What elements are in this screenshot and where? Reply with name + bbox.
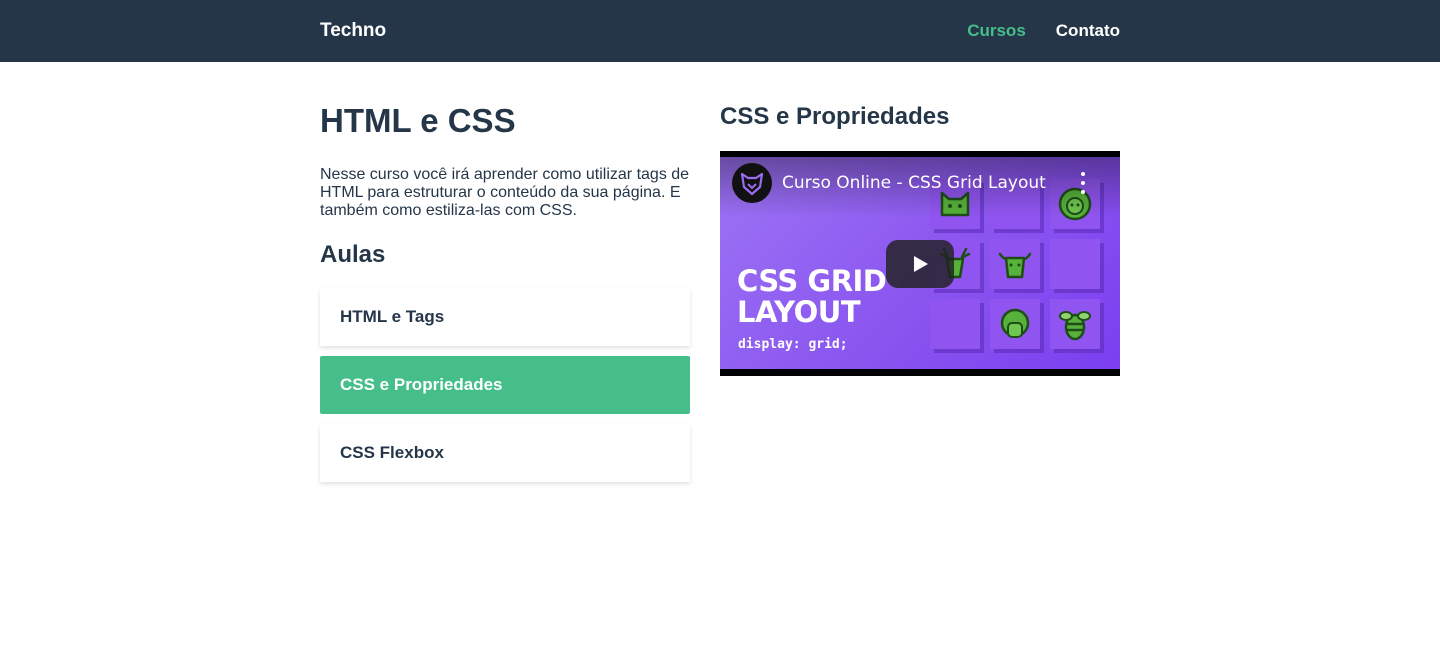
lesson-video-section: CSS e Propriedades CSS GRID LAYOUT displ…	[720, 102, 1120, 492]
lessons-heading: Aulas	[320, 241, 386, 268]
bee-icon	[1059, 311, 1091, 341]
lesson-item-css-flexbox[interactable]: CSS Flexbox	[320, 424, 690, 482]
nav-link-cursos[interactable]: Cursos	[967, 21, 1026, 41]
fox-logo-icon	[740, 172, 764, 196]
lesson-item-html-e-tags[interactable]: HTML e Tags	[320, 288, 690, 346]
more-vertical-icon[interactable]	[1076, 172, 1090, 194]
sheep-icon	[1000, 308, 1030, 338]
grid-cell	[1050, 239, 1100, 289]
grid-cell	[1050, 299, 1100, 349]
bull-icon	[998, 252, 1032, 279]
grid-cell	[990, 239, 1040, 289]
channel-avatar[interactable]	[732, 163, 772, 203]
logo-link[interactable]: Techno	[320, 20, 386, 42]
site-header: Techno Cursos Contato	[0, 0, 1440, 62]
video-section-title: CSS e Propriedades	[720, 103, 950, 130]
play-icon	[914, 256, 928, 272]
course-info: HTML e CSS Nesse curso você irá aprender…	[320, 102, 690, 492]
grid-cell	[930, 299, 980, 349]
course-description: Nesse curso você irá aprender como utili…	[320, 166, 690, 219]
main-content: HTML e CSS Nesse curso você irá aprender…	[320, 62, 1120, 492]
thumbnail-code: display: grid;	[738, 337, 848, 352]
lesson-list: HTML e Tags CSS e Propriedades CSS Flexb…	[320, 288, 690, 482]
video-name[interactable]: Curso Online - CSS Grid Layout	[782, 173, 1046, 193]
course-title: HTML e CSS	[320, 102, 516, 139]
nav-link-contato[interactable]: Contato	[1056, 21, 1120, 41]
main-nav: Cursos Contato	[967, 21, 1120, 41]
header-inner: Techno Cursos Contato	[320, 0, 1120, 62]
video-player[interactable]: CSS GRID LAYOUT display: grid; Curso Onl…	[720, 151, 1120, 376]
grid-cell	[990, 299, 1040, 349]
play-button[interactable]	[886, 240, 954, 288]
lesson-item-css-e-propriedades[interactable]: CSS e Propriedades	[320, 356, 690, 414]
